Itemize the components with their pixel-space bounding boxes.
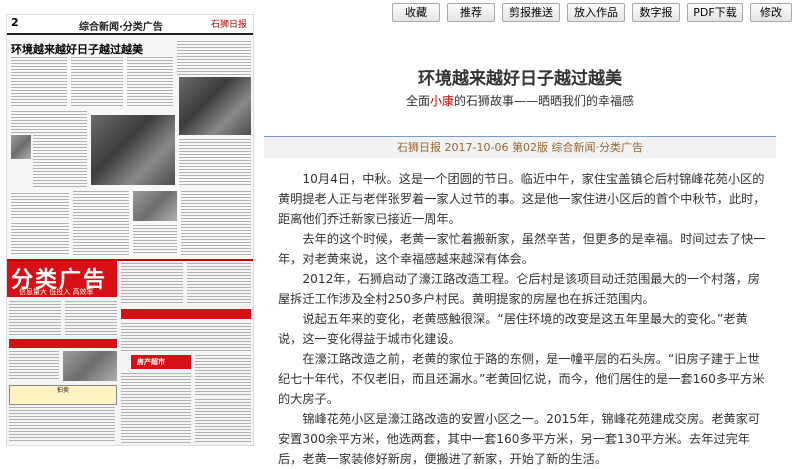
article-title: 环境越来越好日子越过越美: [418, 69, 622, 89]
recommend-button[interactable]: 推荐: [447, 3, 495, 22]
article-paragraph: 说起五年来的变化，老黄感触很深。“居住环境的改变是这五年里最大的变化。”老黄说，…: [278, 312, 748, 346]
ad-strip: 房产超市: [131, 355, 191, 369]
text-column: [11, 223, 69, 255]
article-paragraph: 10月4日，中秋。这是一个团圆的节日。临近中午，家住宝盖镇仑后村锦峰花苑小区的黄…: [278, 172, 766, 226]
text-column: [181, 191, 251, 255]
article-paragraph: 去年的这个时候，老黄一家忙着搬新家，虽然辛苦，但更多的是幸福。时间过去了快一年，…: [278, 232, 766, 266]
classified-ads-slogan: 信息量大 低投入 高效率: [19, 288, 94, 296]
digital-paper-button[interactable]: 数字报: [632, 3, 680, 22]
newspaper-headline: 环境越来越好日子越过越美: [11, 43, 143, 56]
text-column: [179, 139, 251, 187]
text-column: [73, 191, 129, 255]
edit-button[interactable]: 修改: [750, 3, 792, 22]
ad-text-column: [9, 351, 59, 381]
news-photo: [91, 115, 175, 185]
favorite-button[interactable]: 收藏: [392, 3, 440, 22]
ad-text-column: [195, 399, 251, 443]
text-column: [11, 193, 69, 219]
text-column: [133, 225, 177, 255]
ad-text-column: [195, 355, 251, 395]
subtitle-text: 全面: [405, 94, 430, 108]
subtitle-highlight: 小康: [429, 94, 454, 108]
text-column: [127, 57, 173, 107]
newspaper-logo: 石狮日报: [210, 20, 247, 30]
ad-box-label: 房产超市: [137, 358, 165, 366]
ad-text-column: [121, 323, 251, 351]
newspaper-masthead: 2 综合新闻·分类广告 石狮日报: [7, 15, 253, 35]
ad-text-column: [9, 407, 115, 443]
article-body: 10月4日，中秋。这是一个团圆的节日。临近中午，家住宝盖镇仑后村锦峰花苑小区的黄…: [278, 169, 766, 469]
pdf-download-button[interactable]: PDF下载: [687, 3, 743, 22]
classified-ads-banner: 分类广告 信息量大 低投入 高效率: [7, 261, 117, 297]
news-photo: [133, 191, 177, 221]
text-column: [11, 111, 87, 133]
clip-push-button[interactable]: 剪报推送: [502, 3, 560, 22]
article-paragraph: 在濠江路改造之前，老黄的家位于路的东侧，是一幢平层的石头房。“旧房子建于上世纪七…: [278, 352, 765, 406]
ad-strip: [9, 339, 117, 348]
ad-text-column: [121, 373, 191, 443]
newspaper-page-number: 2: [11, 16, 19, 29]
ad-box: 拍卖: [9, 385, 117, 405]
ad-photo: [63, 351, 117, 381]
classified-ads-section: 分类广告 信息量大 低投入 高效率 拍卖 房产超市: [7, 259, 253, 445]
subtitle-text: 的石狮故事——晒晒我们的幸福感: [454, 94, 635, 108]
text-column: [177, 41, 251, 75]
article-subtitle: 全面小康的石狮故事——晒晒我们的幸福感: [264, 92, 776, 109]
text-column: [11, 57, 67, 107]
ad-strip: [121, 309, 251, 319]
text-column: [71, 57, 123, 107]
add-to-works-button[interactable]: 放入作品: [567, 3, 625, 22]
article-paragraph: 锦峰花苑小区是濠江路改造的安置小区之一。2015年，锦峰花苑建成交房。老黄家可安…: [278, 412, 760, 466]
newspaper-page-thumbnail[interactable]: 2 综合新闻·分类广告 石狮日报 环境越来越好日子越过越美 分类广告 信息量大 …: [6, 14, 254, 446]
ad-box-label: 拍卖: [56, 387, 69, 394]
ad-text-column: [121, 263, 183, 305]
ad-text-column: [187, 263, 251, 305]
ad-text-column: [9, 301, 61, 335]
text-column: [33, 135, 87, 189]
news-photo: [11, 135, 31, 159]
ad-text-column: [65, 301, 117, 335]
news-photo: [179, 77, 251, 135]
article-paragraph: 2012年，石狮启动了濠江路改造工程。仑后村是该项目动迁范围最大的一个村落，房屋…: [278, 272, 760, 306]
article-meta: 石狮日报 2017-10-06 第02版 综合新闻·分类广告: [264, 136, 776, 158]
newspaper-section-name: 综合新闻·分类广告: [79, 22, 163, 33]
